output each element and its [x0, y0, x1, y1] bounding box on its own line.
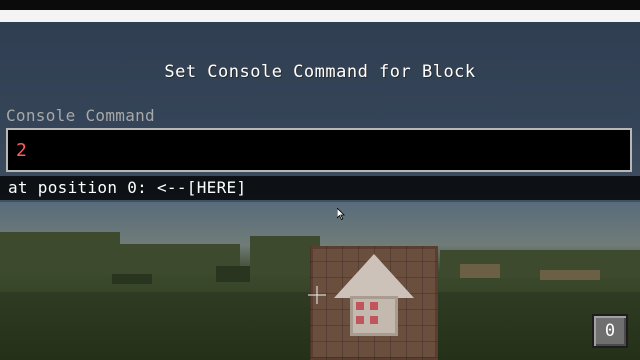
command-block	[310, 246, 438, 360]
top-black-bar	[0, 0, 640, 10]
mouse-pointer-icon	[337, 208, 345, 220]
command-block-dot	[356, 316, 364, 324]
acacia-tree	[216, 266, 250, 282]
command-error-message: at position 0: <--[HERE]	[8, 178, 247, 197]
command-block-dot	[370, 316, 378, 324]
console-command-label: Console Command	[6, 106, 155, 125]
command-block-panel	[350, 296, 398, 336]
acacia-tree	[112, 274, 152, 284]
dialog-title: Set Console Command for Block	[164, 62, 476, 82]
crosshair-icon	[308, 286, 326, 304]
sand-patch	[460, 264, 500, 278]
sand-patch	[540, 270, 600, 280]
command-error-bar: at position 0: <--[HERE]	[0, 176, 640, 200]
corner-counter-button[interactable]: 0	[592, 314, 628, 348]
console-command-input[interactable]	[6, 128, 632, 172]
game-screen: Set Console Command for Block Console Co…	[0, 0, 640, 360]
command-block-dot	[356, 302, 364, 310]
top-white-strip	[0, 10, 640, 22]
command-block-dot	[370, 302, 378, 310]
